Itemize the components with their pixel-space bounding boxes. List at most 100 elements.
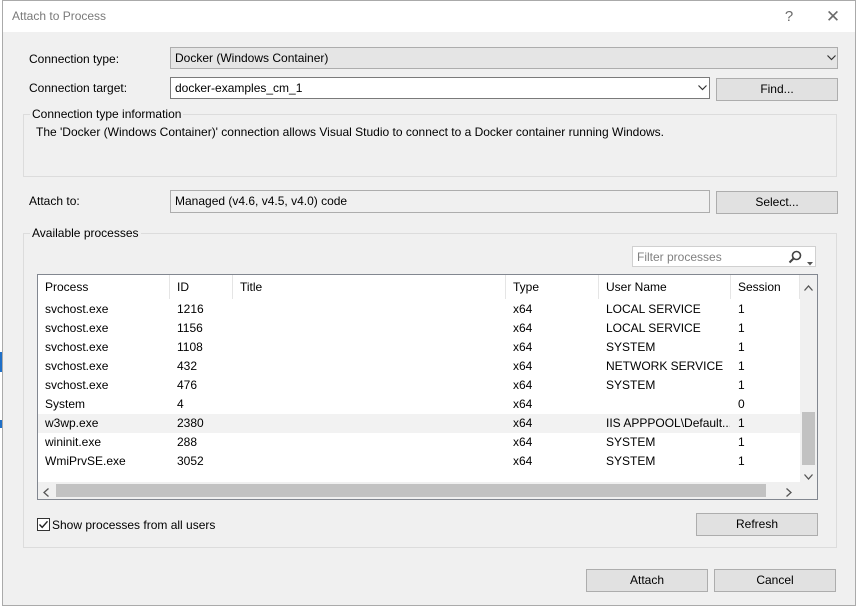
- process-cell: x64: [513, 359, 533, 373]
- process-row[interactable]: svchost.exe 1216 x64 LOCAL SERVICE 1: [38, 300, 800, 319]
- help-icon: ?: [784, 8, 794, 25]
- available-processes-title: Available processes: [30, 226, 141, 240]
- process-list[interactable]: Process ID Title Type User Name Session svcho…: [37, 274, 818, 500]
- attach-to-value: Managed (v4.6, v4.5, v4.0) code: [175, 194, 348, 208]
- process-cell: 3052: [177, 454, 204, 468]
- attach-to-process-dialog: Attach to Process ? ✕ Connection type: D…: [2, 0, 856, 606]
- process-cell: 1: [738, 359, 745, 373]
- close-icon: ✕: [825, 6, 841, 26]
- process-cell: x64: [513, 416, 533, 430]
- attach-to-label: Attach to:: [29, 194, 80, 208]
- attach-to-field: Managed (v4.6, v4.5, v4.0) code: [170, 190, 710, 213]
- find-button[interactable]: Find...: [716, 78, 838, 101]
- scroll-down-icon[interactable]: [804, 469, 813, 483]
- process-cell: 476: [177, 378, 198, 392]
- process-row[interactable]: svchost.exe 1156 x64 LOCAL SERVICE 1: [38, 319, 800, 338]
- chevron-down-icon[interactable]: [807, 255, 813, 269]
- process-cell: x64: [513, 435, 533, 449]
- process-cell: x64: [513, 321, 533, 335]
- connection-target-value: docker-examples_cm_1: [175, 81, 303, 95]
- process-cell: [233, 376, 505, 395]
- column-header[interactable]: Session: [731, 275, 800, 299]
- process-row[interactable]: WmiPrvSE.exe 3052 x64 SYSTEM 1: [38, 452, 800, 471]
- help-button[interactable]: ?: [769, 1, 809, 32]
- process-cell: 4: [177, 397, 184, 411]
- process-cell: 1: [738, 454, 745, 468]
- process-cell: [233, 357, 505, 376]
- process-row[interactable]: svchost.exe 1108 x64 SYSTEM 1: [38, 338, 800, 357]
- process-cell: System: [45, 397, 86, 411]
- dialog-title: Attach to Process: [12, 9, 107, 23]
- scroll-up-icon[interactable]: [804, 280, 813, 294]
- process-row[interactable]: svchost.exe 476 x64 SYSTEM 1: [38, 376, 800, 395]
- process-row[interactable]: w3wp.exe 2380 x64 IIS APPPOOL\Default... 1: [38, 414, 800, 433]
- process-cell: svchost.exe: [45, 340, 109, 354]
- process-cell: 1: [738, 321, 745, 335]
- vertical-scrollbar[interactable]: [800, 275, 817, 482]
- column-header[interactable]: Process: [38, 275, 170, 299]
- process-cell: 2380: [177, 416, 204, 430]
- process-cell: 1: [738, 340, 745, 354]
- title-bar: Attach to Process ? ✕: [3, 1, 855, 32]
- process-cell: 1: [738, 435, 745, 449]
- scrollbar-corner: [800, 482, 817, 499]
- process-cell: x64: [513, 340, 533, 354]
- vertical-scroll-thumb[interactable]: [802, 412, 815, 465]
- connection-info-text: The 'Docker (Windows Container)' connect…: [36, 125, 665, 139]
- process-cell: w3wp.exe: [45, 416, 99, 430]
- process-row[interactable]: svchost.exe 432 x64 NETWORK SERVICE 1: [38, 357, 800, 376]
- search-icon[interactable]: [788, 250, 802, 267]
- horizontal-scrollbar[interactable]: [38, 482, 800, 499]
- checkmark-icon: [38, 520, 49, 529]
- cancel-button[interactable]: Cancel: [714, 569, 836, 592]
- scroll-right-icon[interactable]: [786, 486, 792, 499]
- connection-type-select[interactable]: Docker (Windows Container): [170, 47, 838, 69]
- process-cell: [599, 395, 730, 414]
- scroll-left-icon[interactable]: [43, 486, 49, 499]
- horizontal-scroll-thumb[interactable]: [56, 484, 766, 497]
- process-cell: IIS APPPOOL\Default...: [606, 416, 730, 430]
- close-button[interactable]: ✕: [813, 1, 853, 32]
- process-cell: 1156: [177, 321, 203, 335]
- process-cell: LOCAL SERVICE: [606, 321, 701, 335]
- process-cell: svchost.exe: [45, 302, 109, 316]
- process-cell: 1: [738, 302, 745, 316]
- filter-processes-box[interactable]: [632, 246, 816, 267]
- process-cell: x64: [513, 302, 533, 316]
- column-header[interactable]: Type: [506, 275, 599, 299]
- process-cell: 0: [738, 397, 745, 411]
- connection-type-value: Docker (Windows Container): [175, 51, 329, 65]
- attach-button[interactable]: Attach: [586, 569, 708, 592]
- chevron-down-icon: [827, 55, 836, 61]
- process-cell: WmiPrvSE.exe: [45, 454, 126, 468]
- process-cell: [233, 395, 505, 414]
- process-row[interactable]: System 4 x64 0: [38, 395, 800, 414]
- column-header[interactable]: Title: [233, 275, 506, 299]
- connection-target-combo[interactable]: docker-examples_cm_1: [170, 77, 710, 99]
- filter-processes-input[interactable]: [637, 248, 777, 265]
- process-cell: x64: [513, 454, 533, 468]
- show-all-users-checkbox[interactable]: [37, 518, 50, 531]
- process-cell: 1216: [177, 302, 204, 316]
- process-cell: 1108: [177, 340, 203, 354]
- process-cell: SYSTEM: [606, 454, 656, 468]
- show-all-users-label[interactable]: Show processes from all users: [52, 518, 215, 532]
- process-cell: x64: [513, 397, 533, 411]
- process-list-header: Process ID Title Type User Name Session: [38, 275, 800, 299]
- connection-type-label: Connection type:: [29, 52, 120, 66]
- process-cell: [233, 338, 505, 357]
- process-cell: [233, 433, 505, 452]
- process-cell: NETWORK SERVICE: [606, 359, 724, 373]
- column-header[interactable]: User Name: [599, 275, 731, 299]
- process-cell: SYSTEM: [606, 340, 656, 354]
- process-row[interactable]: wininit.exe 288 x64 SYSTEM 1: [38, 433, 800, 452]
- select-code-type-button[interactable]: Select...: [716, 191, 838, 214]
- process-cell: [233, 452, 505, 471]
- refresh-button[interactable]: Refresh: [696, 513, 818, 536]
- process-cell: wininit.exe: [45, 435, 102, 449]
- chevron-down-icon: [698, 85, 707, 91]
- process-cell: SYSTEM: [606, 378, 656, 392]
- process-cell: 1: [738, 378, 745, 392]
- process-cell: [233, 300, 505, 319]
- column-header[interactable]: ID: [170, 275, 233, 299]
